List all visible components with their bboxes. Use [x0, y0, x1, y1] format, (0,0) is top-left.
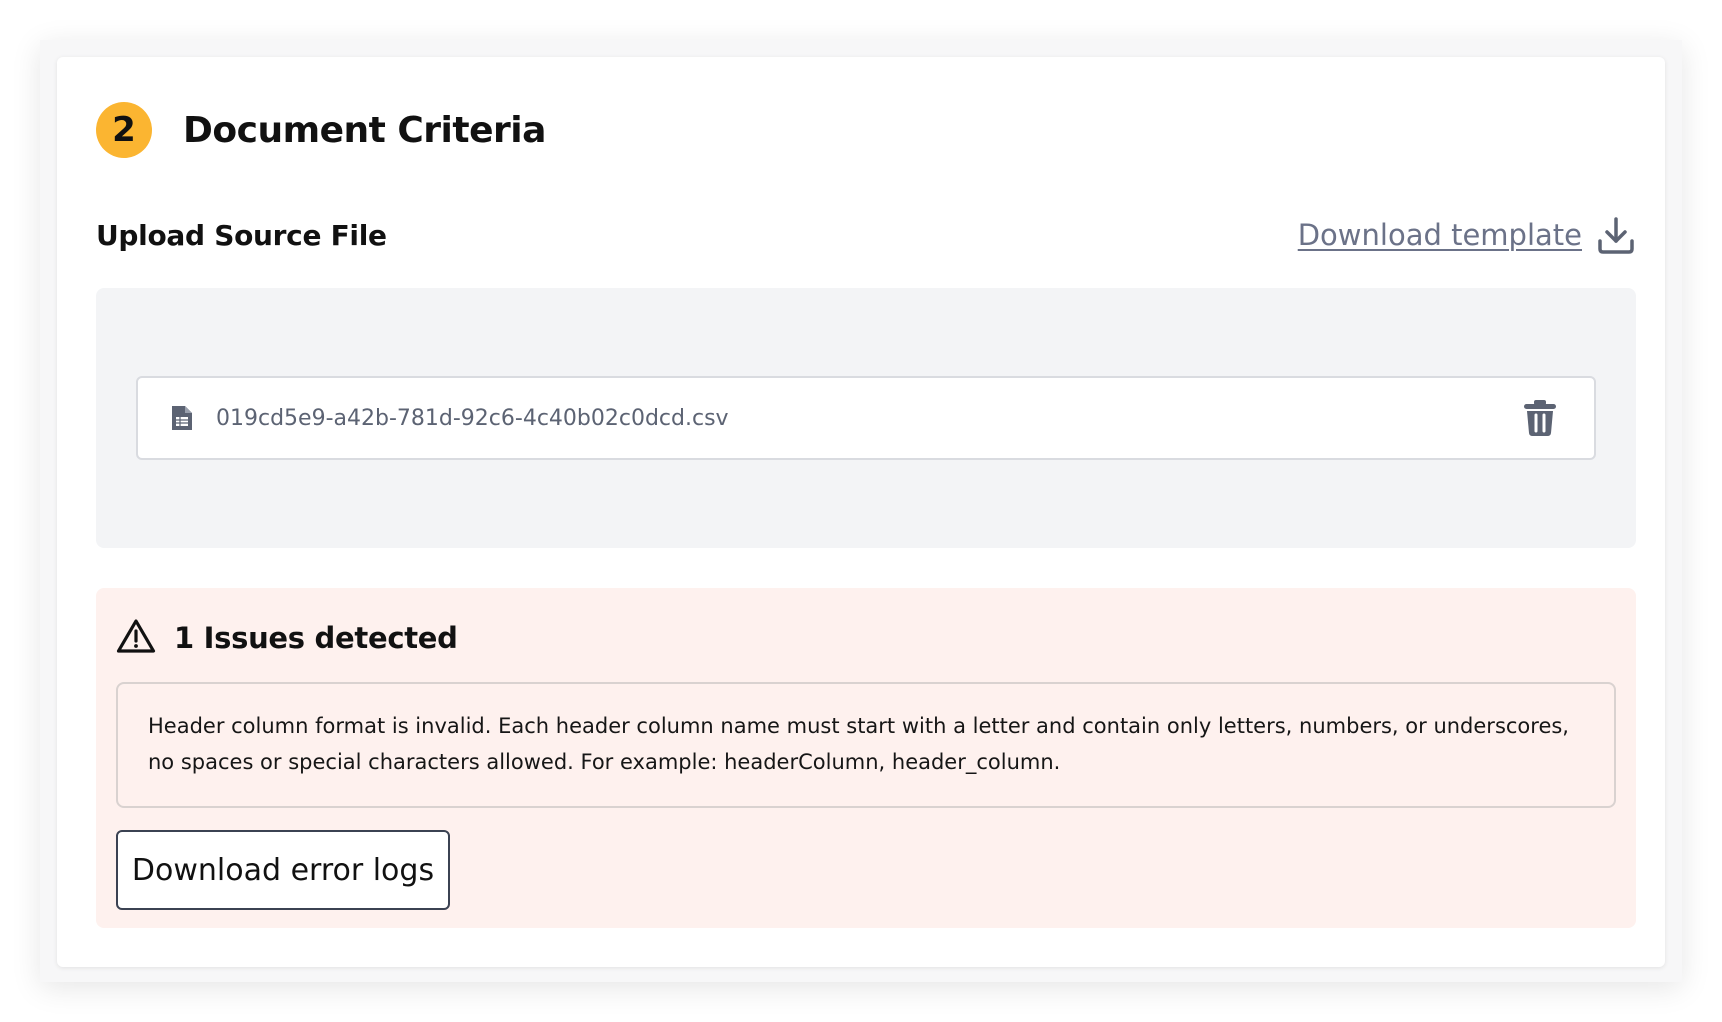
download-error-logs-button[interactable]: Download error logs — [116, 830, 450, 910]
issue-message-box: Header column format is invalid. Each he… — [116, 682, 1616, 808]
step-badge: 2 — [96, 102, 152, 158]
issues-panel: 1 Issues detected Header column format i… — [96, 588, 1636, 928]
issue-message: Header column format is invalid. Each he… — [148, 714, 1569, 774]
spreadsheet-file-icon — [170, 404, 194, 432]
section-header: 2 Document Criteria — [96, 102, 546, 158]
download-template-text[interactable]: Download template — [1298, 218, 1582, 252]
issues-title: 1 Issues detected — [174, 621, 458, 655]
section-title: Document Criteria — [183, 109, 546, 151]
trash-icon — [1524, 400, 1556, 436]
warning-triangle-icon — [116, 618, 156, 658]
file-dropzone[interactable]: 019cd5e9-a42b-781d-92c6-4c40b02c0dcd.csv — [96, 288, 1636, 548]
file-name: 019cd5e9-a42b-781d-92c6-4c40b02c0dcd.csv — [216, 405, 729, 431]
upload-source-file-label: Upload Source File — [96, 218, 387, 252]
download-icon[interactable] — [1596, 215, 1636, 255]
uploaded-file-row: 019cd5e9-a42b-781d-92c6-4c40b02c0dcd.csv — [136, 376, 1596, 460]
issues-header: 1 Issues detected — [116, 616, 458, 660]
document-criteria-card: 2 Document Criteria Upload Source File D… — [57, 57, 1665, 967]
delete-file-button[interactable] — [1518, 396, 1562, 440]
upload-row: Upload Source File Download template — [96, 207, 1636, 263]
download-template-link[interactable]: Download template — [1298, 215, 1636, 255]
